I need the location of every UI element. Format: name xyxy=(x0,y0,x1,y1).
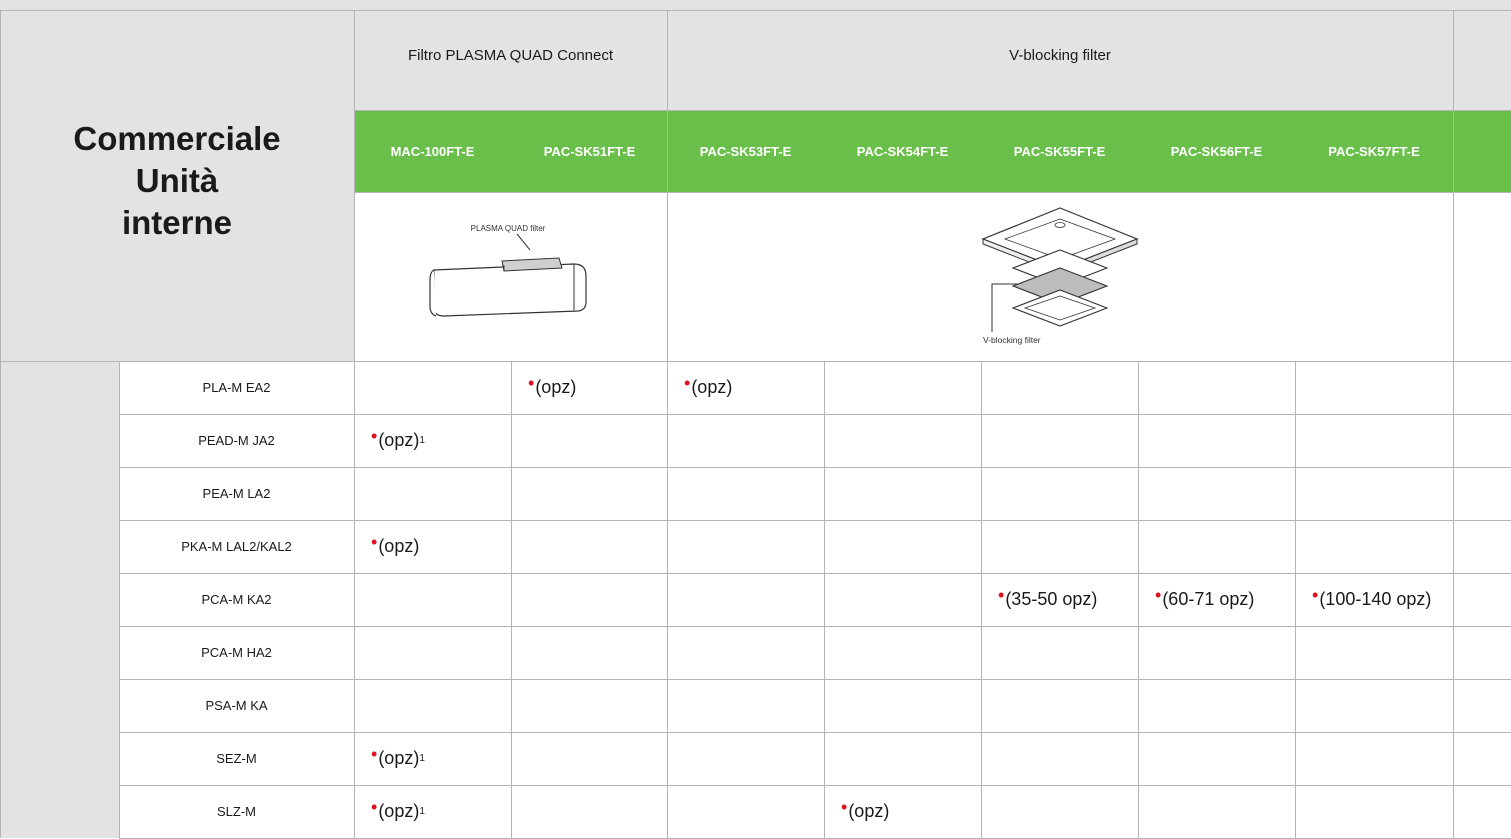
grid-vline xyxy=(981,361,982,838)
compat-dot-icon: • xyxy=(371,532,378,552)
compat-dot-icon: • xyxy=(528,373,535,393)
compat-cell: • (opz) xyxy=(824,785,981,838)
row-model-label: PLA-M EA2 xyxy=(202,380,271,395)
row-model-label: PEAD-M JA2 xyxy=(198,433,275,448)
compat-value: (opz) xyxy=(535,377,577,397)
code-pac-sk53ft-e: PAC-SK53FT-E xyxy=(699,143,792,159)
grid-hline xyxy=(0,10,1511,11)
grid-hline xyxy=(119,732,1511,733)
grid-hline xyxy=(119,467,1511,468)
vblocking-filter-illustration: V-blocking filter xyxy=(981,207,1139,345)
compat-cell: • (opz) xyxy=(511,361,667,414)
row-model-label: PCA-M KA2 xyxy=(201,592,272,607)
compat-dot-icon: • xyxy=(1312,585,1319,605)
grid-vline xyxy=(824,361,825,838)
grid-vline xyxy=(667,361,668,838)
row-model-label: PKA-M LAL2/KAL2 xyxy=(181,539,292,554)
code-pac-sk57ft-e: PAC-SK57FT-E xyxy=(1328,143,1420,159)
code-mac-100ft-e: MAC-100FT-E xyxy=(390,143,475,159)
row-model-label: PEA-M LA2 xyxy=(202,486,271,501)
compat-cell: • (100-140 opz) xyxy=(1295,573,1453,626)
grid-vline xyxy=(1453,10,1454,838)
compat-cell: • (opz) xyxy=(667,361,824,414)
compat-cell: • (opz)1 xyxy=(354,732,511,785)
compat-value: (opz) xyxy=(378,536,420,556)
compat-value: (opz)1 xyxy=(378,430,425,450)
compat-dot-icon: • xyxy=(998,585,1005,605)
compat-dot-icon: • xyxy=(684,373,691,393)
compat-dot-icon: • xyxy=(371,744,378,764)
grid-hline xyxy=(119,626,1511,627)
grid-hline xyxy=(0,361,1511,362)
row-model-label: SLZ-M xyxy=(217,804,256,819)
compat-value: (opz)1 xyxy=(378,801,425,821)
code-pac-sk54ft-e: PAC-SK54FT-E xyxy=(856,143,949,159)
vblocking-filter-image: V-blocking filter xyxy=(667,192,1453,361)
code-pac-sk51ft-e: PAC-SK51FT-E xyxy=(543,143,636,159)
compat-value: (opz)1 xyxy=(378,748,425,768)
compat-dot-icon: • xyxy=(371,797,378,817)
plasma-filter-caption: PLASMA QUAD filter xyxy=(471,224,546,233)
plasma-filter-image: PLASMA QUAD filter xyxy=(354,192,667,361)
compat-value: (opz) xyxy=(691,377,733,397)
compat-value: (100-140 opz) xyxy=(1319,589,1432,609)
grid-vline xyxy=(667,10,668,192)
compat-dot-icon: • xyxy=(841,797,848,817)
vblocking-filter-caption: V-blocking filter xyxy=(983,335,1041,345)
plasma-filter-illustration: PLASMA QUAD filter xyxy=(429,224,587,317)
grid-hline xyxy=(354,110,1511,111)
title-line-3: interne xyxy=(121,203,233,241)
grid-vline xyxy=(1138,361,1139,838)
title-line-2: Unità xyxy=(135,161,219,199)
compat-cell: • (opz) xyxy=(354,520,511,573)
group-header-plasma: Filtro PLASMA QUAD Connect xyxy=(354,0,667,110)
compat-cell: • (opz)1 xyxy=(354,414,511,467)
grid-hline xyxy=(119,785,1511,786)
image-row-next xyxy=(1453,192,1511,361)
row-model-label: PCA-M HA2 xyxy=(201,645,272,660)
title-line-1: Commerciale xyxy=(73,119,281,157)
compat-value: (35-50 opz) xyxy=(1005,589,1098,609)
row-model-label: PSA-M KA xyxy=(205,698,268,713)
code-pac-sk56ft-e: PAC-SK56FT-E xyxy=(1170,143,1263,159)
compat-dot-icon: • xyxy=(371,426,378,446)
compat-value: (opz) xyxy=(848,801,890,821)
grid-hline xyxy=(119,679,1511,680)
row-model-label: SEZ-M xyxy=(216,751,257,766)
grid-hline xyxy=(119,520,1511,521)
grid-vline xyxy=(511,361,512,838)
table-title: Commerciale Unità interne xyxy=(0,0,354,361)
grid-hline xyxy=(354,192,1511,193)
grid-hline xyxy=(119,573,1511,574)
row-group-band xyxy=(0,361,119,838)
grid-vline xyxy=(119,361,120,838)
grid-vline xyxy=(1295,361,1296,838)
compat-value: (60-71 opz) xyxy=(1162,589,1255,609)
grid-vline xyxy=(354,10,355,838)
compat-dot-icon: • xyxy=(1155,585,1162,605)
compat-cell: • (35-50 opz) xyxy=(981,573,1138,626)
grid-vline xyxy=(0,10,1,838)
group-header-vblocking: V-blocking filter xyxy=(667,0,1453,110)
compat-cell: • (opz)1 xyxy=(354,785,511,838)
grid-hline xyxy=(119,414,1511,415)
code-pac-sk55ft-e: PAC-SK55FT-E xyxy=(1013,143,1106,159)
group-header-next xyxy=(1453,0,1511,110)
compatibility-table: Commerciale Unità interne Filtro PLASMA … xyxy=(0,0,1511,839)
compat-cell: • (60-71 opz) xyxy=(1138,573,1295,626)
